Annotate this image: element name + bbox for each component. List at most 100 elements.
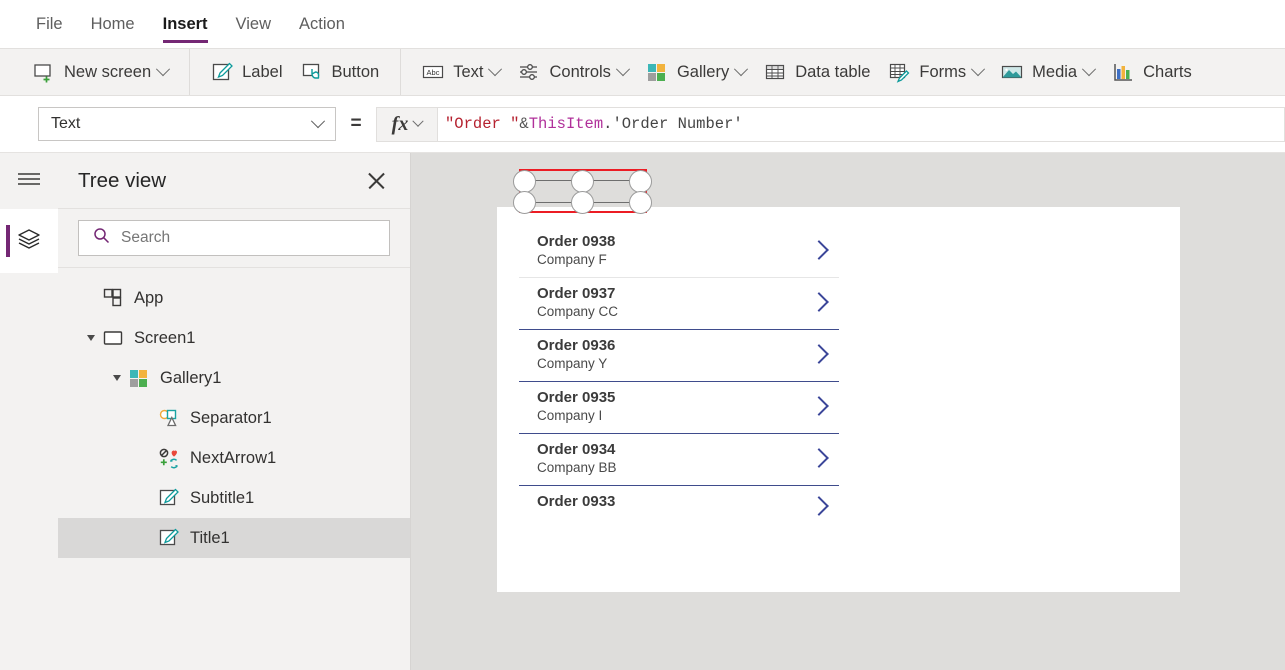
chevron-right-icon[interactable] [809,292,829,312]
ribbon-charts-button[interactable]: Charts [1103,49,1201,95]
new-screen-icon [33,61,55,83]
ribbon-gallery-label: Gallery [676,62,730,81]
tab-insert[interactable]: Insert [162,0,208,48]
row-title: Order 0935 [537,389,616,406]
tree-node-subtitle1[interactable]: Subtitle1 [58,478,410,518]
resize-handle-top-left[interactable] [513,170,536,193]
chevron-down-icon [1082,62,1097,77]
chevron-right-icon[interactable] [809,448,829,468]
tab-action[interactable]: Action [299,0,345,48]
chevron-right-icon[interactable] [809,240,829,260]
row-title: Order 0938 [537,233,616,250]
resize-handle-top-right[interactable] [629,170,652,193]
left-rail [0,153,58,670]
ribbon-text-button[interactable]: Abc Text [413,49,509,95]
tree-node-label: Screen1 [134,328,196,347]
chevron-right-icon[interactable] [809,496,829,516]
gallery-row[interactable]: Order 0935 Company I [519,382,839,434]
tree-node-label: Subtitle1 [190,488,255,507]
row-title: Order 0937 [537,285,616,302]
gallery-icon [646,61,668,83]
tree-node-nextarrow1[interactable]: NextArrow1 [58,438,410,478]
search-input[interactable]: Search [78,220,390,256]
chevron-down-icon [971,62,986,77]
ribbon-new-screen-label: New screen [64,62,152,81]
gallery1[interactable]: Order 0938 Company F Order 0937 Company … [519,226,839,526]
ribbon-button-button[interactable]: Button [292,49,389,95]
resize-handle-bottom-right[interactable] [629,191,652,214]
ribbon-controls-label: Controls [549,62,611,81]
ribbon-media-label: Media [1032,62,1078,81]
controls-sliders-icon [518,61,540,83]
resize-handle-bottom-center[interactable] [571,191,594,214]
formula-input[interactable]: "Order " & ThisItem .'Order Number' [438,106,1285,142]
gallery-row[interactable]: Order 0938 Company F [519,226,839,278]
layers-icon [16,226,42,257]
ribbon-new-screen-button[interactable]: New screen [24,49,177,95]
hamburger-menu-button[interactable] [0,153,58,209]
tree-search-row: Search [58,209,410,268]
forms-icon [888,61,910,83]
tab-home[interactable]: Home [91,0,135,48]
menu-tab-bar: File Home Insert View Action [0,0,1285,48]
gallery-row[interactable]: Order 0934 Company BB [519,434,839,486]
tree-node-separator1[interactable]: Separator1 [58,398,410,438]
gallery-row[interactable]: Order 0933 [519,486,839,526]
ribbon-forms-button[interactable]: Forms [879,49,992,95]
hamburger-menu-icon [16,170,42,193]
insert-ribbon: New screen Label Button Abc Text Control… [0,48,1285,96]
chevron-down-icon [488,62,503,77]
ribbon-charts-label: Charts [1143,62,1192,81]
chevron-down-icon [412,115,424,127]
ribbon-button-label: Button [331,62,380,81]
search-icon [93,227,110,249]
formula-token-string: "Order " [445,115,520,133]
power-apps-studio: File Home Insert View Action New screen [0,0,1285,670]
fx-button[interactable]: fx [376,106,438,142]
ribbon-text-label: Text [453,62,484,81]
screen1-surface[interactable]: Order 0938 Company F Order 0937 Company … [497,207,1180,592]
tree-node-screen1[interactable]: Screen1 [58,318,410,358]
tree-node-title1[interactable]: Title1 [58,518,410,558]
app-canvas: Order 0938 Company F Order 0937 Company … [411,153,1285,670]
ribbon-data-table-button[interactable]: Data table [755,49,879,95]
equals-sign: = [350,113,362,134]
app-icon [102,287,124,309]
formula-token-field: .'Order Number' [603,115,743,133]
active-indicator [6,225,10,257]
data-table-icon [764,61,786,83]
tree-node-label: App [134,288,164,307]
rail-tree-view-button[interactable] [0,209,58,273]
chevron-right-icon[interactable] [809,396,829,416]
ribbon-gallery-button[interactable]: Gallery [637,49,755,95]
tree-node-app[interactable]: App [58,278,410,318]
expander-gallery1[interactable] [106,374,128,382]
ribbon-label-button[interactable]: Label [202,49,291,95]
resize-handle-bottom-left[interactable] [513,191,536,214]
ribbon-media-button[interactable]: Media [992,49,1103,95]
tree-node-gallery1[interactable]: Gallery1 [58,358,410,398]
label-icon [158,527,180,549]
tab-file[interactable]: File [36,0,63,48]
ribbon-controls-button[interactable]: Controls [509,49,636,95]
chevron-down-icon [310,114,326,129]
charts-bar-icon [1112,61,1134,83]
tab-view[interactable]: View [236,0,271,48]
ribbon-group-screens: New screen [0,49,191,95]
chevron-down-icon [734,62,749,77]
expander-screen1[interactable] [80,334,102,342]
chevron-right-icon[interactable] [809,344,829,364]
close-icon[interactable] [366,170,388,192]
tree-node-label: Title1 [190,528,230,547]
chevron-down-icon [615,62,631,77]
gallery-row[interactable]: Order 0937 Company CC [519,278,839,330]
gallery-icon [128,367,150,389]
gallery-row[interactable]: Order 0936 Company Y [519,330,839,382]
media-image-icon [1001,61,1023,83]
resize-handle-top-center[interactable] [571,170,594,193]
property-select[interactable]: Text [38,107,336,141]
ribbon-forms-label: Forms [919,62,967,81]
row-title: Order 0936 [537,337,616,354]
ribbon-data-table-label: Data table [795,62,871,81]
search-placeholder: Search [121,229,171,246]
